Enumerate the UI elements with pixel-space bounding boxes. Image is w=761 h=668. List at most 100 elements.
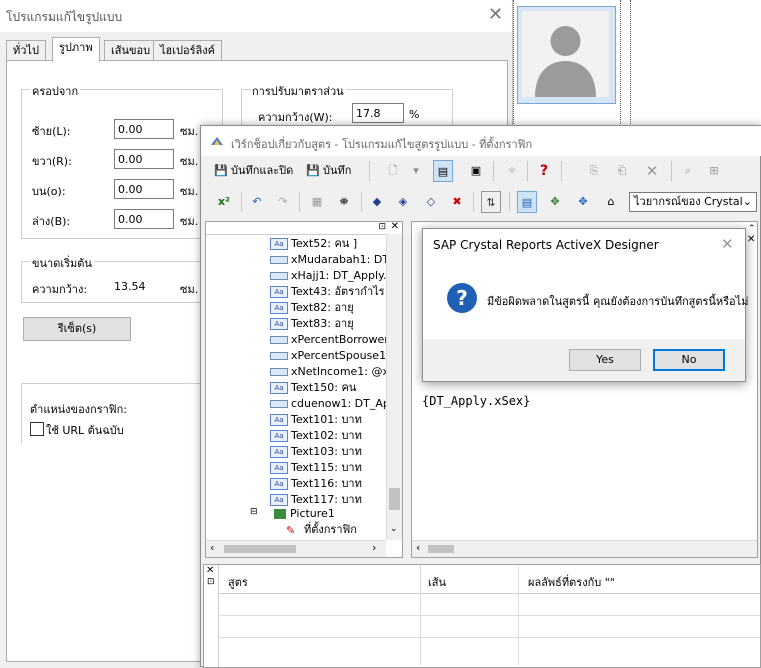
find-icon[interactable]: ⌕ — [679, 160, 697, 182]
scroll-left-icon[interactable]: ‹ — [416, 541, 420, 554]
original-width-label: ความกว้าง: — [32, 283, 88, 296]
tree-item[interactable]: Aa Text52: คน ] — [270, 236, 357, 252]
tree-item[interactable]: Aa Text116: บาท — [270, 476, 362, 492]
new-icon[interactable]: 🗋 — [385, 160, 401, 182]
message-box: SAP Crystal Reports ActiveX Designer ✕ ?… — [422, 228, 749, 382]
tree-item[interactable]: xNetIncome1: @xN — [270, 364, 397, 380]
browse-data-icon[interactable]: ▦ — [309, 191, 325, 213]
scrollbar-thumb[interactable] — [224, 545, 296, 553]
scroll-left-icon[interactable]: ‹ — [210, 541, 214, 554]
hide-tree-icon[interactable]: ⌂ — [601, 191, 621, 213]
crop-top-label: บน(o): — [32, 185, 66, 198]
binoculars-icon[interactable]: ⛯ — [335, 191, 353, 213]
syntax-dropdown-value: ไวยากรณ์ของ Crystal — [634, 195, 743, 208]
tree-item[interactable]: Aa Text103: บาท — [270, 444, 362, 460]
close-icon[interactable]: ✕ — [721, 235, 734, 253]
scale-width-input[interactable]: 17.8 — [352, 103, 404, 123]
close-icon[interactable]: ✕ — [206, 565, 214, 576]
redo-icon[interactable]: ↷ — [275, 191, 291, 213]
sort-icon[interactable]: ⇅ — [481, 191, 501, 213]
picture-object[interactable] — [517, 6, 616, 104]
bookmark-clear-icon[interactable]: ✖ — [449, 191, 465, 213]
no-button[interactable]: No — [653, 349, 725, 371]
tree-item[interactable]: Aa Text150: คน — [270, 380, 356, 396]
help-icon[interactable]: ? — [535, 160, 553, 182]
tree-header: ⊡ ✕ — [206, 222, 402, 235]
tree-expand-icon[interactable]: ⊡ — [378, 222, 386, 232]
tree-vertical-scrollbar[interactable]: ⌄ — [386, 234, 402, 540]
tree-item[interactable]: Aa Text43: อัตรากำไร — [270, 284, 385, 300]
fields-tree-icon[interactable]: ▤ — [517, 191, 537, 213]
close-icon[interactable]: ✕ — [488, 4, 503, 25]
tree-item[interactable]: xMudarabah1: DT_ — [270, 252, 395, 268]
bookmark-next-icon[interactable]: ◈ — [395, 191, 411, 213]
scrollbar-thumb[interactable] — [389, 488, 400, 510]
close-icon[interactable]: ✕ — [391, 222, 399, 232]
toolbar-separator — [361, 192, 362, 212]
tree-horizontal-scrollbar[interactable]: ‹ › — [206, 540, 386, 557]
chevron-down-icon[interactable]: ▾ — [410, 160, 422, 182]
crop-bottom-input[interactable]: 0.00 — [114, 209, 174, 229]
bookmark-prev-icon[interactable]: ◇ — [423, 191, 439, 213]
tree-item[interactable]: Aa Text102: บาท — [270, 428, 362, 444]
tab-hyperlink[interactable]: ไฮเปอร์ลิงค์ — [153, 40, 222, 61]
expression-icon[interactable]: ⊞ — [705, 160, 723, 182]
close-icon[interactable]: ✕ — [747, 234, 755, 245]
tab-border[interactable]: เส้นขอบ — [104, 40, 158, 61]
tree-item[interactable]: Aa Text115: บาท — [270, 460, 362, 476]
tree-item[interactable]: Aa Text83: อายุ — [270, 316, 354, 332]
format-editor-titlebar: โปรแกรมแก้ไขรูปแบบ ✕ — [0, 0, 512, 32]
save-and-close-button[interactable]: บันทึกและปิด — [231, 160, 301, 182]
editor-horizontal-scrollbar[interactable]: ‹ — [412, 540, 757, 557]
toggle-tree-icon[interactable]: ▤ — [433, 160, 453, 182]
collapse-icon[interactable]: ⊟ — [250, 507, 258, 517]
scroll-down-icon[interactable]: ⌄ — [390, 524, 398, 534]
message-text: มีข้อผิดพลาดในสูตรนี้ คุณยังต้องการบันทึ… — [487, 295, 749, 308]
expand-icon[interactable]: ⊡ — [207, 577, 215, 587]
crop-top-input[interactable]: 0.00 — [114, 179, 174, 199]
syntax-dropdown[interactable]: ไวยากรณ์ของ Crystal ⌄ — [629, 192, 757, 212]
tree-item[interactable]: cduenow1: DT_Ap — [270, 396, 390, 412]
tab-picture[interactable]: รูปภาพ — [52, 37, 100, 62]
undo-icon[interactable]: ↶ — [249, 191, 265, 213]
tree-item-label: Text52: คน ] — [291, 237, 358, 250]
crop-left-input[interactable]: 0.00 — [114, 119, 174, 139]
functions-tree-icon[interactable]: ✥ — [545, 191, 565, 213]
guide-line — [513, 0, 514, 130]
reset-button[interactable]: รีเซ็ต(s) — [23, 317, 131, 341]
tree-item[interactable]: xPercentBorrower1 — [270, 332, 396, 348]
rename-icon[interactable]: ⎘ — [585, 160, 603, 182]
use-original-url-checkbox[interactable] — [30, 422, 44, 436]
scroll-right-icon[interactable]: › — [372, 541, 376, 554]
toolbar-separator — [299, 192, 300, 212]
tree-item-label: Text82: อายุ — [291, 301, 354, 314]
operators-tree-icon[interactable]: ✥ — [573, 191, 593, 213]
bookmark-toggle-icon[interactable]: ◆ — [369, 191, 385, 213]
formula-tree[interactable]: ⊡ ✕ Aa Text52: คน ] xMudarabah1: DT_ xHajj1… — [205, 221, 403, 558]
toolbar-separator — [493, 161, 494, 181]
properties-icon[interactable]: ▣ — [467, 160, 485, 182]
tree-item[interactable]: Aa Text101: บาท — [270, 412, 362, 428]
save-button[interactable]: บันทึก — [323, 160, 363, 182]
tree-item[interactable]: Aa Text82: อายุ — [270, 300, 354, 316]
tree-item-label: xMudarabah1: DT_ — [291, 253, 395, 266]
tree-item-label: Text101: บาท — [291, 413, 362, 426]
wand-icon[interactable]: ✧ — [503, 160, 521, 182]
tab-general[interactable]: ทั่วไป — [6, 40, 46, 61]
message-box-footer: Yes No — [423, 339, 745, 381]
tree-item-label: Text115: บาท — [291, 461, 362, 474]
format-editor-title: โปรแกรมแก้ไขรูปแบบ — [6, 10, 123, 24]
guide-line — [630, 0, 631, 130]
toolbar-row-1: 💾 บันทึกและปิด 💾 บันทึก 🗋 ▾ ▤ ▣ ✧ ? ⎘ ⎗ … — [205, 157, 757, 185]
yes-button[interactable]: Yes — [569, 349, 641, 371]
copy-icon[interactable]: ⎗ — [613, 160, 631, 182]
crop-bottom-label: ล่าง(B): — [32, 215, 71, 228]
delete-icon[interactable]: ✕ — [643, 160, 661, 182]
scroll-up-icon[interactable]: ⌃ — [748, 224, 756, 234]
field-object-icon — [270, 336, 288, 344]
tree-item[interactable]: xPercentSpouse1: — [270, 348, 390, 364]
tree-item[interactable]: xHajj1: DT_Apply.x — [270, 268, 393, 284]
check-syntax-icon[interactable]: x² — [215, 191, 233, 213]
crop-right-input[interactable]: 0.00 — [114, 149, 174, 169]
scrollbar-thumb[interactable] — [428, 545, 454, 553]
